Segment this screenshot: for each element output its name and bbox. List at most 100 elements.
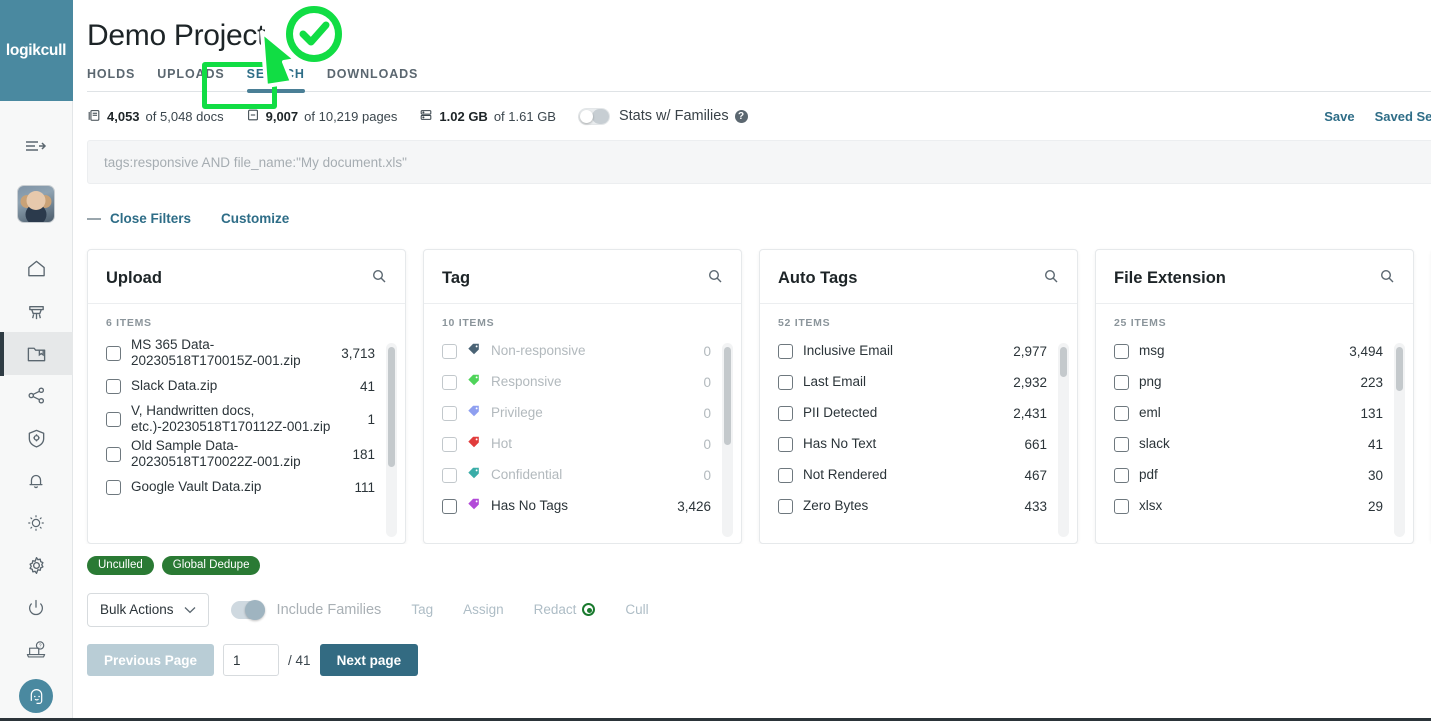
checkbox[interactable] xyxy=(778,405,793,421)
expand-sidebar-button[interactable] xyxy=(0,125,73,167)
scrollbar-track[interactable] xyxy=(1058,343,1069,537)
bell-icon xyxy=(26,471,46,491)
stats-families-toggle[interactable] xyxy=(577,107,610,125)
filter-row[interactable]: Responsive 0 xyxy=(442,368,741,396)
filter-row[interactable]: Non-responsive 0 xyxy=(442,337,741,365)
filter-row[interactable]: Hot 0 xyxy=(442,430,741,458)
checkbox[interactable] xyxy=(106,411,121,427)
filter-row[interactable]: Has No Text 661 xyxy=(778,430,1077,458)
customize-button[interactable]: Customize xyxy=(221,211,289,226)
filter-row[interactable]: png 223 xyxy=(1114,368,1413,396)
assign-action[interactable]: Assign xyxy=(463,602,504,617)
checkbox[interactable] xyxy=(1114,498,1129,514)
checkbox[interactable] xyxy=(106,446,121,462)
checkbox[interactable] xyxy=(1114,467,1129,483)
sidebar-item-support-chat[interactable] xyxy=(0,671,73,721)
size-total: of 1.61 GB xyxy=(493,108,556,124)
search-field-wrapper[interactable] xyxy=(87,140,1431,184)
filter-search-icon[interactable] xyxy=(1379,268,1395,289)
tab-search[interactable]: SEARCH xyxy=(246,67,306,93)
logikcull-logo[interactable]: logikcull xyxy=(0,0,73,101)
scrollbar-track[interactable] xyxy=(386,343,397,537)
checkbox[interactable] xyxy=(1114,405,1129,421)
tag-action[interactable]: Tag xyxy=(411,602,433,617)
checkbox[interactable] xyxy=(442,467,457,483)
filter-row-value: 111 xyxy=(354,479,375,495)
scrollbar-thumb[interactable] xyxy=(724,347,731,445)
next-page-button[interactable]: Next page xyxy=(319,644,419,676)
filter-row[interactable]: Not Rendered 467 xyxy=(778,461,1077,489)
filter-row[interactable]: Privilege 0 xyxy=(442,399,741,427)
filter-row[interactable]: Last Email 2,932 xyxy=(778,368,1077,396)
scrollbar-thumb[interactable] xyxy=(1060,347,1067,377)
sidebar-item-matters[interactable] xyxy=(0,290,73,332)
cull-action[interactable]: Cull xyxy=(625,602,648,617)
sidebar-item-theme[interactable] xyxy=(0,502,73,544)
scrollbar-track[interactable] xyxy=(722,343,733,537)
sidebar-item-home[interactable] xyxy=(0,248,73,290)
sidebar-item-notifications[interactable] xyxy=(0,459,73,501)
checkbox[interactable] xyxy=(778,467,793,483)
filter-row[interactable]: pdf 30 xyxy=(1114,461,1413,489)
scrollbar-thumb[interactable] xyxy=(1396,347,1403,391)
scrollbar-track[interactable] xyxy=(1394,343,1405,537)
checkbox[interactable] xyxy=(106,345,121,361)
checkbox[interactable] xyxy=(778,343,793,359)
checkbox[interactable] xyxy=(106,479,121,495)
checkbox[interactable] xyxy=(778,374,793,390)
chip-unculled[interactable]: Unculled xyxy=(87,556,154,575)
filter-row[interactable]: slack 41 xyxy=(1114,430,1413,458)
filter-row[interactable]: Has No Tags 3,426 xyxy=(442,492,741,520)
page-number-input[interactable] xyxy=(223,644,280,676)
filter-row[interactable]: Google Vault Data.zip 111 xyxy=(106,473,405,501)
scrollbar-thumb[interactable] xyxy=(388,347,395,467)
checkbox[interactable] xyxy=(442,405,457,421)
filter-row[interactable]: Confidential 0 xyxy=(442,461,741,489)
stat-docs: 4,053 of 5,048 docs xyxy=(87,108,224,125)
filter-search-icon[interactable] xyxy=(371,268,387,289)
checkbox[interactable] xyxy=(442,374,457,390)
checkbox[interactable] xyxy=(1114,374,1129,390)
checkbox[interactable] xyxy=(442,436,457,452)
filter-row[interactable]: msg 3,494 xyxy=(1114,337,1413,365)
checkbox[interactable] xyxy=(442,498,457,514)
previous-page-button[interactable]: Previous Page xyxy=(87,644,215,676)
filter-row[interactable]: Old Sample Data-20230518T170022Z-001.zip… xyxy=(106,438,405,470)
filter-row[interactable]: MS 365 Data-20230518T170015Z-001.zip 3,7… xyxy=(106,337,405,369)
redact-action[interactable]: Redact xyxy=(534,602,596,617)
include-families-toggle[interactable] xyxy=(230,599,265,620)
filter-row[interactable]: Inclusive Email 2,977 xyxy=(778,337,1077,365)
checkbox[interactable] xyxy=(106,378,121,394)
checkbox[interactable] xyxy=(1114,343,1129,359)
search-input[interactable] xyxy=(104,154,1431,170)
save-button[interactable]: Save xyxy=(1324,109,1354,124)
tab-uploads[interactable]: UPLOADS xyxy=(157,67,224,91)
chip-global-dedupe[interactable]: Global Dedupe xyxy=(161,556,261,575)
tab-downloads[interactable]: DOWNLOADS xyxy=(327,67,418,91)
filter-row[interactable]: eml 131 xyxy=(1114,399,1413,427)
checkbox[interactable] xyxy=(1114,436,1129,452)
sidebar-item-share[interactable] xyxy=(0,375,73,417)
sidebar-item-security[interactable] xyxy=(0,417,73,459)
filter-card-upload: Upload 6 ITEMS MS 365 Data-20230518T1700… xyxy=(87,249,406,544)
filter-row[interactable]: Slack Data.zip 41 xyxy=(106,372,405,400)
avatar[interactable] xyxy=(0,183,73,223)
sidebar-item-projects[interactable] xyxy=(0,332,73,375)
saved-searches-button[interactable]: Saved Searches 2 xyxy=(1375,108,1431,124)
sidebar-item-logout[interactable] xyxy=(0,586,73,628)
checkbox[interactable] xyxy=(778,436,793,452)
sidebar-item-settings[interactable] xyxy=(0,544,73,586)
filter-row[interactable]: Zero Bytes 433 xyxy=(778,492,1077,520)
close-filters-button[interactable]: Close Filters xyxy=(87,211,191,226)
help-dot-icon[interactable]: ? xyxy=(734,109,748,123)
sidebar-item-help-desk[interactable]: ? xyxy=(0,629,73,671)
filter-row[interactable]: PII Detected 2,431 xyxy=(778,399,1077,427)
filter-search-icon[interactable] xyxy=(707,268,723,289)
filter-row[interactable]: V, Handwritten docs, etc.)-20230518T1701… xyxy=(106,403,405,435)
bulk-actions-dropdown[interactable]: Bulk Actions xyxy=(87,592,209,627)
checkbox[interactable] xyxy=(442,343,457,359)
checkbox[interactable] xyxy=(778,498,793,514)
filter-row[interactable]: xlsx 29 xyxy=(1114,492,1413,520)
filter-search-icon[interactable] xyxy=(1043,268,1059,289)
tab-holds[interactable]: HOLDS xyxy=(87,67,135,91)
